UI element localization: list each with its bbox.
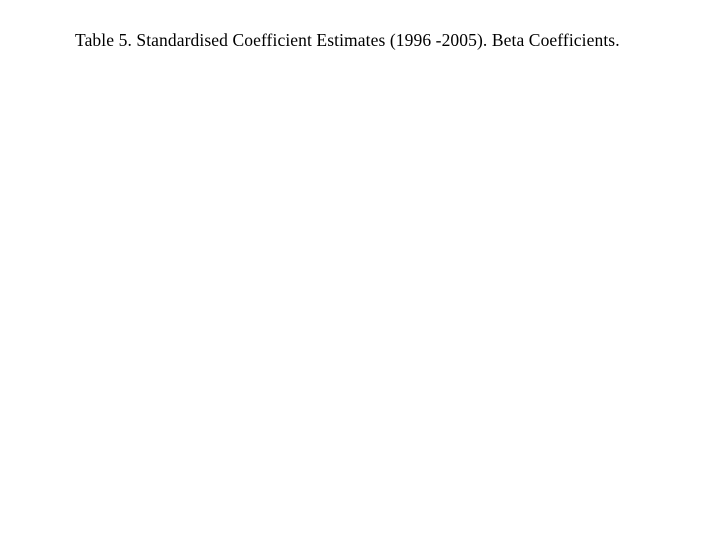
table-caption: Table 5. Standardised Coefficient Estima… <box>75 30 620 51</box>
